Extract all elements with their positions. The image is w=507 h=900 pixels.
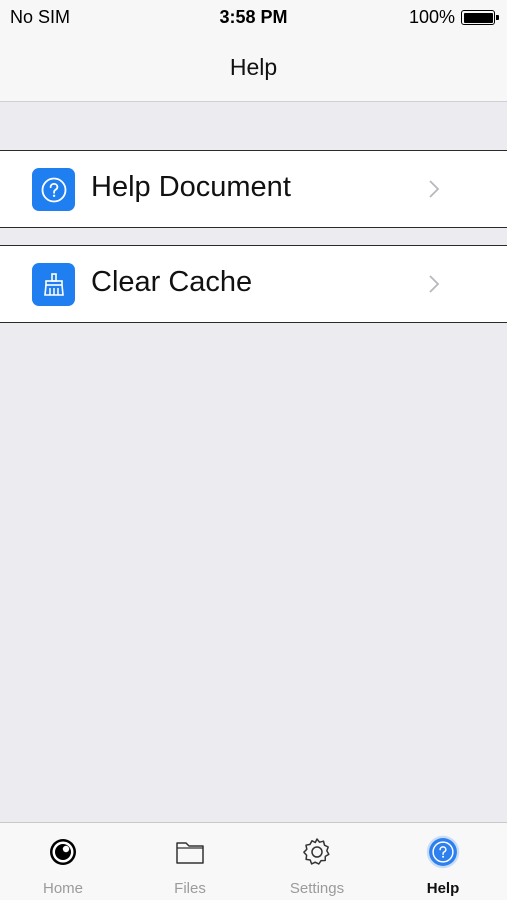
help-document-row[interactable]: Help Document	[0, 150, 507, 228]
clear-cache-row[interactable]: Clear Cache	[0, 245, 507, 323]
help-document-label: Help Document	[91, 171, 291, 203]
page-title: Help	[229, 54, 278, 80]
question-circle-icon	[425, 834, 461, 870]
chevron-right-icon	[429, 275, 440, 293]
question-circle-icon	[32, 168, 75, 211]
tab-help-label: Help	[426, 880, 460, 897]
tab-bar: Home Files Settings Help	[0, 822, 507, 900]
tab-home-label: Home	[42, 880, 83, 897]
navigation-bar: Help	[0, 36, 507, 102]
eye-icon	[45, 834, 81, 870]
status-bar: No SIM 3:58 PM 100%	[0, 0, 507, 36]
battery-icon	[461, 10, 499, 25]
clear-cache-label: Clear Cache	[91, 266, 253, 298]
tab-settings[interactable]: Settings	[254, 823, 380, 900]
tab-home[interactable]: Home	[0, 823, 126, 900]
gear-icon	[299, 834, 335, 870]
folder-icon	[172, 834, 208, 870]
tab-help[interactable]: Help	[380, 823, 506, 900]
chevron-right-icon	[429, 180, 440, 198]
tab-settings-label: Settings	[289, 880, 345, 897]
broom-icon	[32, 263, 75, 306]
tab-files-label: Files	[174, 880, 206, 897]
battery-percentage: 100%	[408, 7, 455, 27]
tab-files[interactable]: Files	[127, 823, 253, 900]
